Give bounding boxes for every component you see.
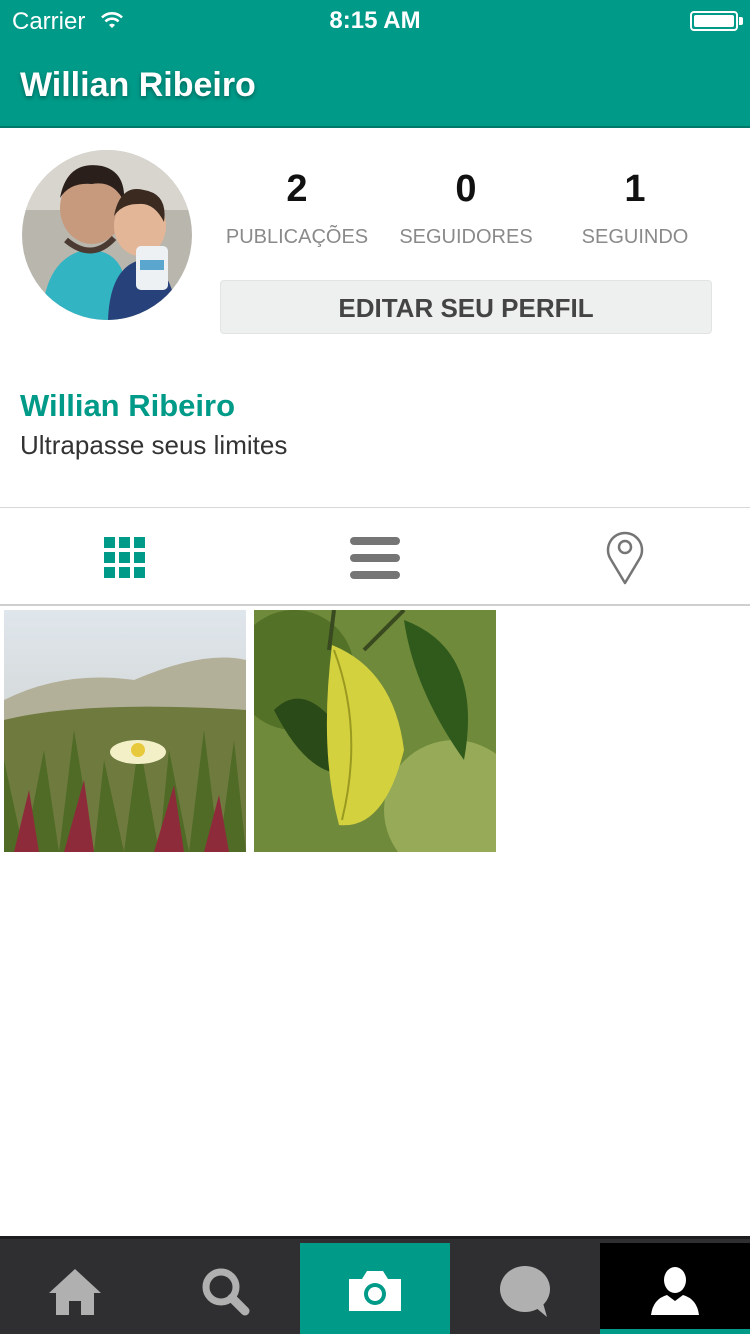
photo-thumbnail[interactable] — [4, 610, 246, 852]
stat-publications[interactable]: 2 PUBLICAÇÕES — [212, 168, 382, 249]
status-bar: Carrier 8:15 AM — [0, 0, 750, 40]
stat-following[interactable]: 1 SEGUINDO — [550, 168, 720, 249]
tab-camera[interactable] — [300, 1243, 450, 1334]
tab-grid-view[interactable] — [0, 508, 250, 604]
publications-count: 2 — [286, 168, 308, 210]
grid-icon — [104, 537, 145, 578]
clock: 8:15 AM — [329, 7, 421, 34]
edit-profile-button[interactable]: EDITAR SEU PERFIL — [220, 280, 712, 334]
list-icon — [350, 537, 400, 579]
home-icon — [49, 1269, 101, 1315]
bottom-tab-bar — [0, 1236, 750, 1334]
photo-thumbnail[interactable] — [254, 610, 496, 852]
view-tabs — [0, 508, 750, 604]
battery-tip — [739, 17, 743, 25]
profile-bio: Ultrapasse seus limites — [20, 430, 288, 460]
tab-search[interactable] — [150, 1243, 300, 1334]
publications-label: PUBLICAÇÕES — [225, 226, 369, 248]
followers-label: SEGUIDORES — [399, 226, 533, 248]
followers-count: 0 — [455, 168, 477, 210]
tab-map-view[interactable] — [500, 508, 750, 604]
divider — [0, 604, 750, 606]
profile-name: Willian Ribeiro — [20, 388, 236, 423]
following-label: SEGUINDO — [581, 226, 689, 248]
chat-bubble-icon — [500, 1266, 550, 1317]
following-count: 1 — [624, 168, 646, 210]
tab-profile[interactable] — [600, 1243, 750, 1334]
battery-icon — [690, 11, 738, 31]
tab-chat[interactable] — [450, 1243, 600, 1334]
tab-home[interactable] — [0, 1243, 150, 1334]
stat-followers[interactable]: 0 SEGUIDORES — [381, 168, 551, 249]
top-bar: Carrier 8:15 AM Willian Ribeiro — [0, 0, 750, 128]
avatar[interactable] — [22, 150, 192, 320]
profile-icon — [651, 1267, 699, 1315]
camera-icon — [349, 1271, 401, 1311]
map-pin-icon — [606, 531, 644, 585]
tab-list-view[interactable] — [250, 508, 500, 604]
profile-stats: 2 PUBLICAÇÕES 0 SEGUIDORES 1 SEGUINDO — [212, 168, 720, 258]
page-title: Willian Ribeiro — [20, 66, 256, 104]
search-icon — [202, 1268, 250, 1316]
